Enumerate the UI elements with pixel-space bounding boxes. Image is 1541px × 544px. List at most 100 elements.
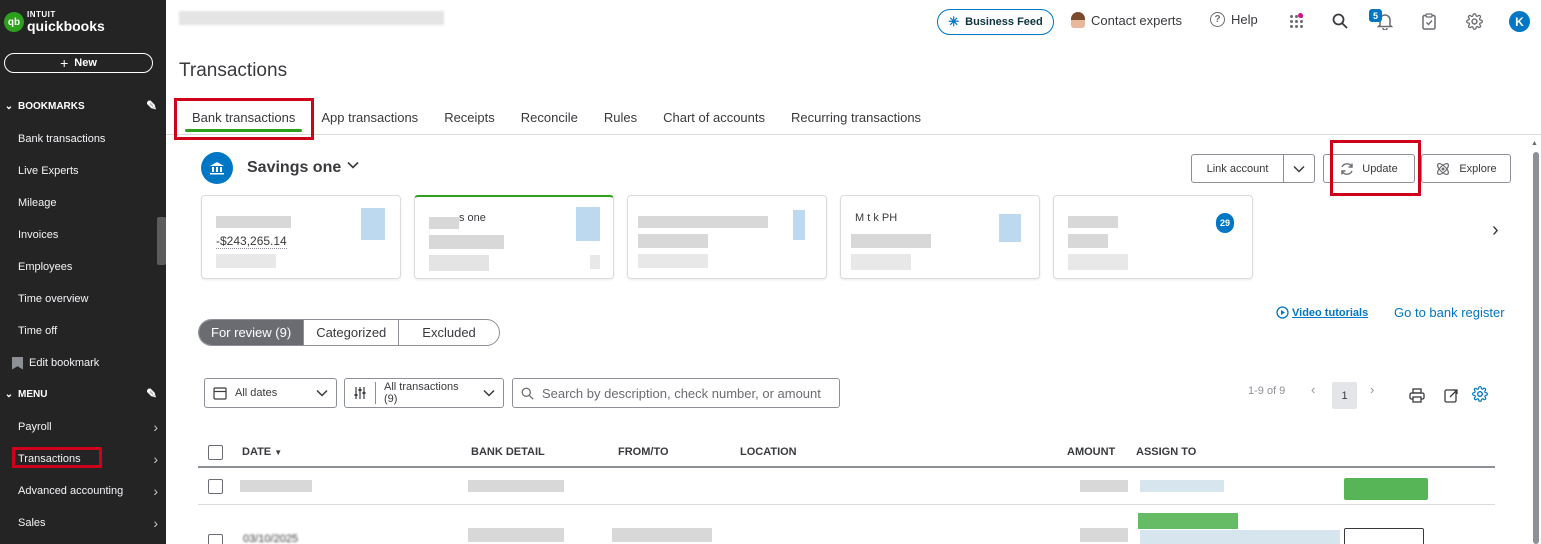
transaction-filter-label: All transactions (9) (384, 381, 459, 405)
sidebar-item-live-experts[interactable]: Live Experts (18, 161, 158, 181)
clipboard-icon[interactable] (1420, 12, 1438, 30)
go-to-bank-register-link[interactable]: Go to bank register (1394, 305, 1505, 320)
link-account-label: Link account (1206, 162, 1269, 175)
account-card-selected[interactable]: s one (414, 195, 614, 279)
tab-chart-of-accounts[interactable]: Chart of accounts (650, 100, 778, 134)
for-review-tab[interactable]: For review (9) (199, 320, 305, 345)
gear-icon[interactable] (1465, 12, 1483, 30)
sidebar-item-payroll[interactable]: Payroll › (18, 417, 158, 437)
tab-recurring-transactions[interactable]: Recurring transactions (778, 100, 934, 134)
card-balance: -$243,265.14 (216, 234, 287, 249)
edit-menu-pencil-icon[interactable]: ✎ (146, 386, 157, 402)
new-button[interactable]: + New (4, 53, 153, 73)
row-date: 03/10/2025 (243, 533, 299, 544)
chevron-right-icon: › (153, 483, 158, 499)
prev-page-chevron-icon[interactable]: ‹ (1311, 382, 1315, 397)
transaction-type-filter-dropdown[interactable]: All transactions (9) (344, 378, 504, 408)
explore-button[interactable]: Explore (1421, 154, 1511, 183)
sidebar-item-label: Time off (18, 325, 58, 337)
video-tutorials-link[interactable]: Video tutorials (1276, 306, 1368, 319)
highlight-update-button (1330, 140, 1421, 196)
edit-bookmark-label: Edit bookmark (29, 357, 100, 369)
highlight-bank-transactions-tab (174, 98, 314, 140)
business-feed-button[interactable]: ✳ Business Feed (937, 9, 1054, 35)
column-header-date[interactable]: DATE ▼ (242, 446, 282, 458)
sidebar-item-time-overview[interactable]: Time overview (18, 289, 158, 309)
card-count-badge: 29 (1216, 213, 1234, 233)
notification-count-badge: 5 (1369, 9, 1382, 22)
search-icon[interactable] (1331, 12, 1349, 30)
tab-receipts[interactable]: Receipts (431, 100, 508, 134)
sidebar-scrollbar[interactable] (157, 217, 166, 265)
company-name-redacted (179, 11, 444, 25)
new-button-label: New (74, 57, 97, 69)
card-account-name: s one (459, 212, 486, 224)
help-button[interactable]: ? Help (1210, 12, 1258, 27)
sliders-icon (354, 387, 366, 399)
play-circle-icon (1276, 306, 1289, 319)
chevron-down-icon (483, 389, 495, 397)
main-scrollbar[interactable] (1531, 152, 1539, 544)
bookmarks-header-label: BOOKMARKS (18, 100, 85, 112)
account-card[interactable]: 29 (1053, 195, 1253, 279)
account-card[interactable]: -$243,265.14 (201, 195, 401, 279)
sidebar-item-label: Mileage (18, 197, 57, 209)
transaction-search-field[interactable] (512, 378, 840, 408)
sidebar-item-invoices[interactable]: Invoices (18, 225, 158, 245)
chevron-right-icon: › (153, 515, 158, 531)
tab-rules[interactable]: Rules (591, 100, 650, 134)
chevron-down-icon (1293, 165, 1305, 173)
chevron-right-icon: › (153, 451, 158, 467)
date-filter-dropdown[interactable]: All dates (204, 378, 337, 408)
account-card[interactable]: M t k PH (840, 195, 1040, 279)
row-checkbox[interactable] (208, 479, 223, 494)
edit-bookmarks-pencil-icon[interactable]: ✎ (146, 98, 157, 114)
bookmark-icon (12, 356, 23, 370)
export-icon[interactable] (1442, 386, 1460, 404)
date-filter-label: All dates (235, 387, 278, 399)
account-chevron-down-icon[interactable] (347, 159, 359, 174)
account-card[interactable] (627, 195, 827, 279)
row-action-redacted[interactable] (1344, 478, 1428, 500)
page-title: Transactions (179, 60, 288, 81)
link-account-dropdown[interactable] (1283, 154, 1315, 183)
menu-section-header[interactable]: ⌄ MENU ✎ (0, 384, 166, 404)
sidebar-item-employees[interactable]: Employees (18, 257, 158, 277)
tab-app-transactions[interactable]: App transactions (308, 100, 431, 134)
print-icon[interactable] (1408, 386, 1426, 404)
account-name[interactable]: Savings one (247, 159, 341, 177)
sidebar-item-mileage[interactable]: Mileage (18, 193, 158, 213)
select-all-checkbox[interactable] (208, 445, 223, 460)
sidebar-item-label: Payroll (18, 421, 52, 433)
tab-reconcile[interactable]: Reconcile (508, 100, 591, 134)
sidebar-item-sales[interactable]: Sales › (18, 513, 158, 533)
chevron-right-icon: › (153, 419, 158, 435)
edit-bookmark-item[interactable]: Edit bookmark (12, 353, 152, 373)
quickbooks-logo[interactable]: qb INTUIT quickbooks (4, 11, 105, 33)
highlight-transactions (12, 447, 102, 468)
link-account-button[interactable]: Link account (1191, 154, 1284, 183)
logo-quickbooks-text: quickbooks (27, 18, 105, 34)
atom-icon (1437, 162, 1450, 175)
plus-icon: + (60, 55, 69, 71)
quickbooks-logo-icon: qb (4, 12, 24, 32)
row-checkbox[interactable] (208, 534, 223, 544)
sidebar-item-label: Bank transactions (18, 133, 106, 145)
calendar-icon (213, 387, 227, 400)
bookmarks-section-header[interactable]: ⌄ BOOKMARKS ✎ (0, 96, 166, 116)
excluded-tab[interactable]: Excluded (399, 320, 498, 345)
next-page-chevron-icon[interactable]: › (1370, 382, 1374, 397)
search-input[interactable] (541, 385, 831, 401)
sidebar-item-time-off[interactable]: Time off (18, 321, 158, 341)
scroll-up-icon[interactable]: ▲ (1531, 140, 1538, 147)
categorized-tab[interactable]: Categorized (304, 320, 400, 345)
contact-experts-button[interactable]: Contact experts (1071, 12, 1182, 28)
chevron-right-icon[interactable]: › (1492, 219, 1499, 242)
table-settings-gear-icon[interactable] (1471, 385, 1489, 403)
sidebar-item-bank-transactions[interactable]: Bank transactions (18, 129, 158, 149)
sidebar-item-advanced-accounting[interactable]: Advanced accounting › (18, 481, 158, 501)
user-avatar[interactable]: K (1509, 11, 1530, 32)
current-page-button[interactable]: 1 (1332, 382, 1357, 409)
expert-avatar-icon (1071, 12, 1085, 28)
row-action-button[interactable] (1344, 528, 1424, 544)
